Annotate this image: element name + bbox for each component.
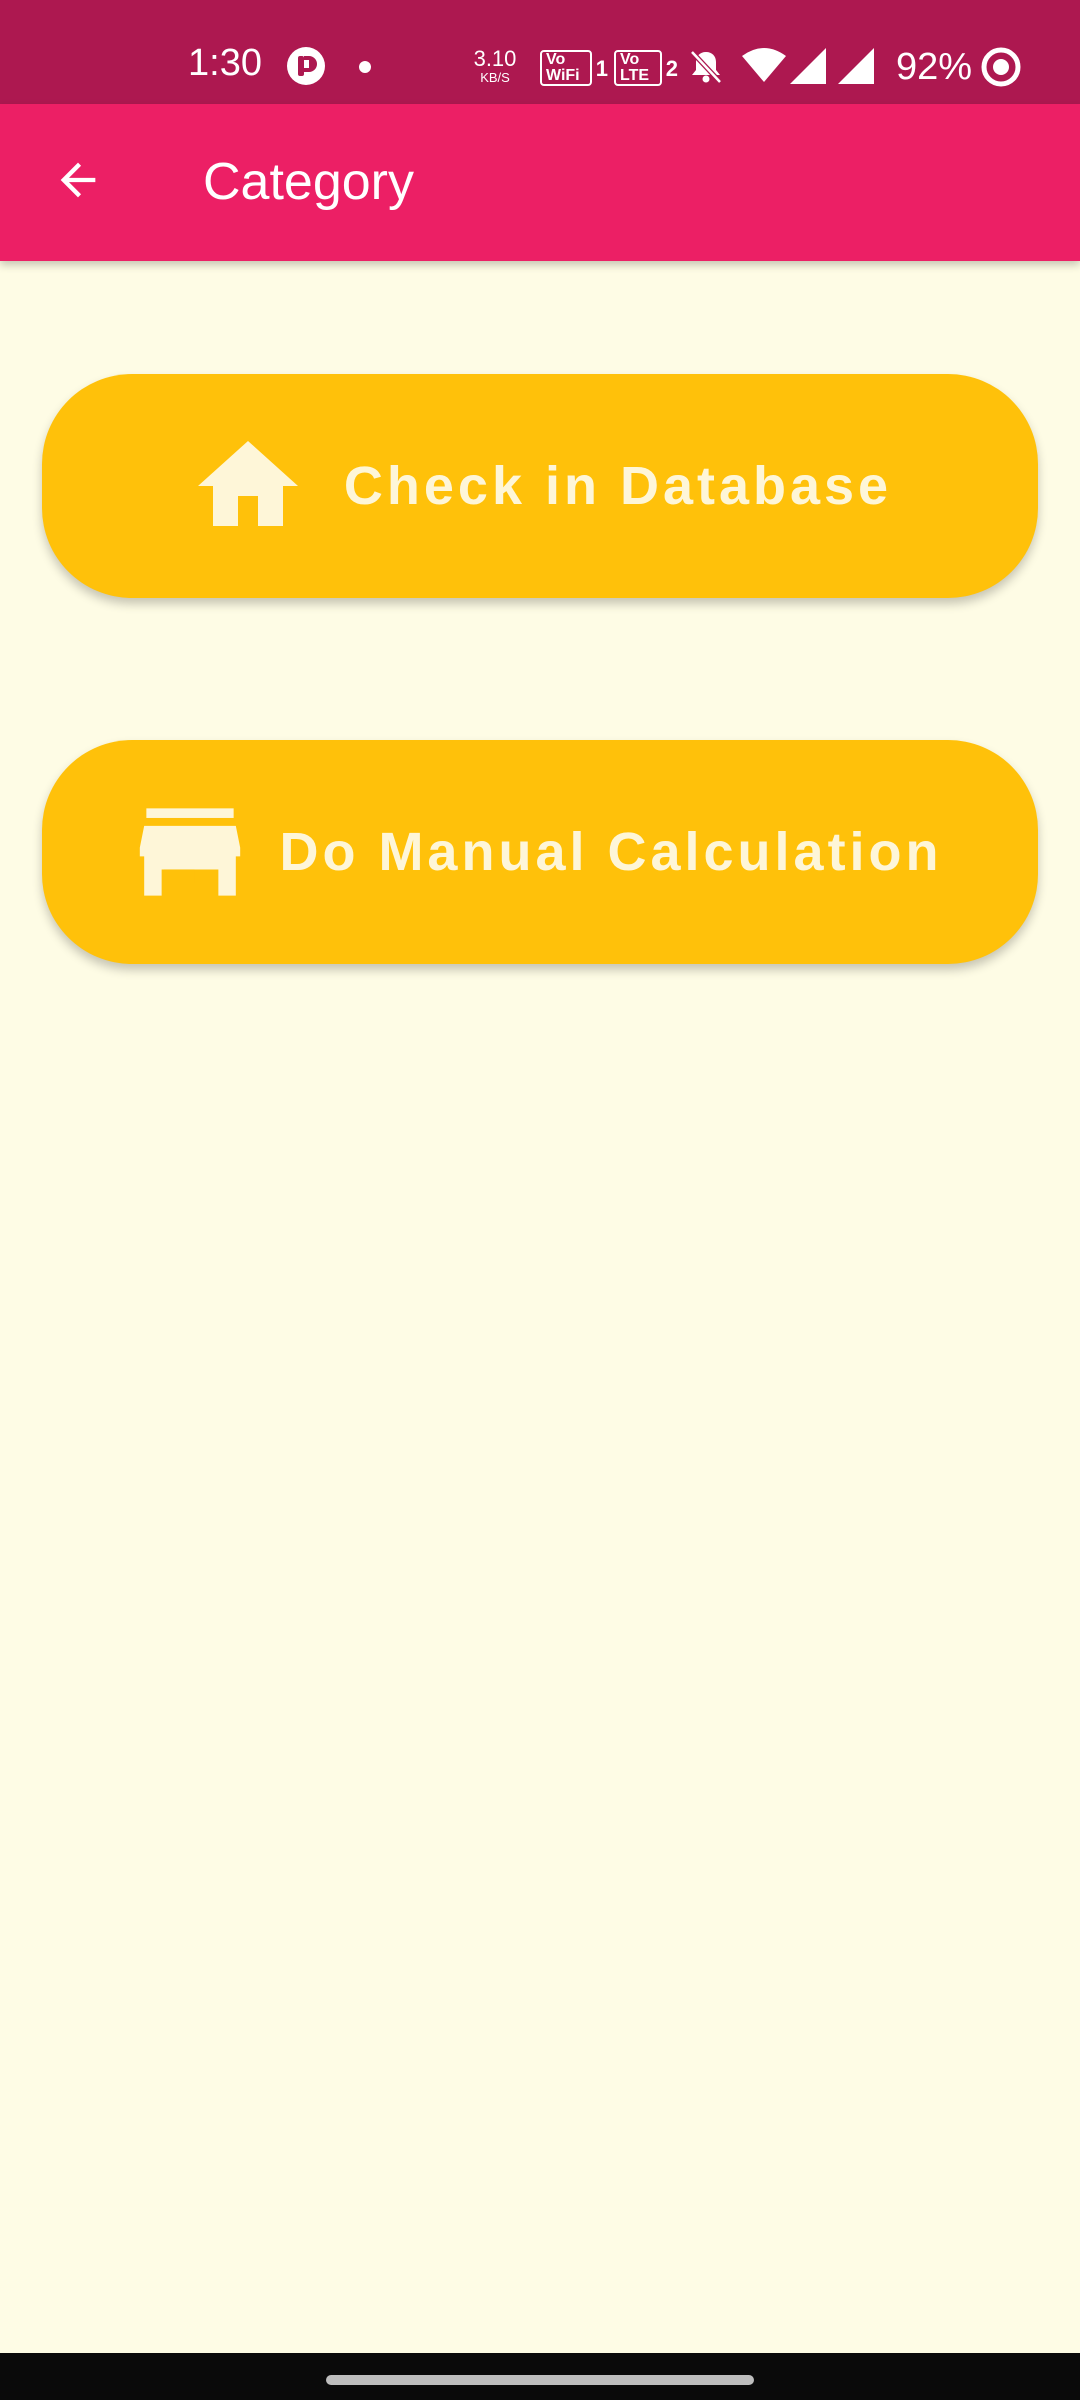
signal-icon <box>788 46 828 86</box>
store-icon <box>137 804 243 900</box>
net-speed-unit: KB/S <box>480 70 510 85</box>
vowifi-bottom: WiFi <box>546 67 580 84</box>
sim1-number: 1 <box>595 56 608 81</box>
volte-bottom: LTE <box>620 67 650 84</box>
app-notification-icon <box>286 46 326 86</box>
do-manual-calculation-label: Do Manual Calculation <box>279 822 943 882</box>
arrow-left-icon <box>52 154 104 211</box>
navigation-bar <box>0 2353 1080 2400</box>
bell-off-icon <box>686 46 726 86</box>
vowifi-badge: Vo WiFi 1 <box>540 50 608 86</box>
signal-icon <box>836 46 876 86</box>
home-indicator[interactable] <box>326 2375 754 2385</box>
status-time: 1:30 <box>188 42 262 84</box>
sim2-number: 2 <box>665 56 678 81</box>
battery-ring-icon <box>980 46 1022 88</box>
check-in-database-label: Check in Database <box>343 456 893 516</box>
home-icon <box>188 435 308 537</box>
app-bar: Category <box>0 104 1080 261</box>
volte-badge: Vo LTE 2 <box>614 50 678 86</box>
volte-top: Vo <box>620 51 640 68</box>
status-bar: 1:30 3.10 KB/S Vo WiFi 1 Vo LTE 2 92% <box>0 0 1080 104</box>
net-speed: 3.10 KB/S <box>470 46 520 85</box>
net-speed-value: 3.10 <box>473 46 517 71</box>
dot-icon <box>358 60 372 74</box>
page-title: Category <box>203 153 414 211</box>
do-manual-calculation-button[interactable]: Do Manual Calculation <box>42 740 1038 964</box>
check-in-database-button[interactable]: Check in Database <box>42 374 1038 598</box>
battery-percent: 92% <box>896 46 973 88</box>
wifi-icon <box>740 46 788 86</box>
vowifi-top: Vo <box>546 51 566 68</box>
back-button[interactable] <box>40 144 116 220</box>
